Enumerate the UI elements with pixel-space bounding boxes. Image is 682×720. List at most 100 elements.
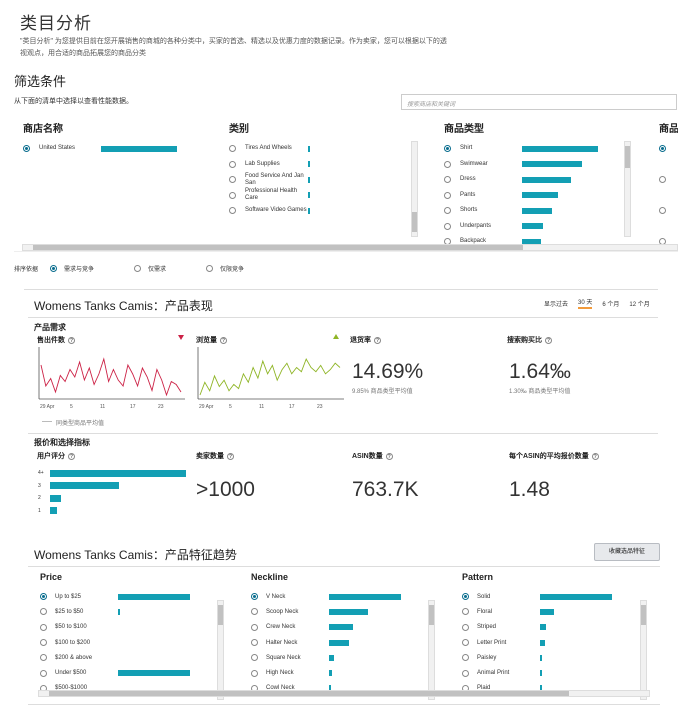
product-type-item[interactable]: Shirt bbox=[444, 141, 644, 157]
period-6m[interactable]: 6 个月 bbox=[602, 299, 619, 308]
category-item[interactable]: Lab Supplies bbox=[229, 157, 429, 173]
trend-radio[interactable] bbox=[462, 623, 469, 631]
product-type-radio[interactable] bbox=[444, 160, 451, 168]
product-type-bar bbox=[522, 161, 583, 168]
sort-radio[interactable] bbox=[134, 265, 142, 272]
help-icon: ? bbox=[545, 336, 552, 344]
trend-item[interactable]: Striped bbox=[462, 620, 642, 635]
trend-item[interactable]: Solid bbox=[462, 589, 642, 604]
sort-option-label: 需求与竞争 bbox=[64, 267, 95, 273]
search-purchase-value: 1.64‰ bbox=[509, 360, 571, 383]
trend-item[interactable]: Under $500 bbox=[40, 665, 220, 680]
trend-radio[interactable] bbox=[462, 669, 469, 677]
trend-radio[interactable] bbox=[40, 593, 47, 601]
legend-avg-text: 同类型商品平均值 bbox=[56, 421, 105, 427]
product-type-item[interactable]: Shorts bbox=[444, 203, 644, 219]
trend-item[interactable]: $100 to $200 bbox=[40, 635, 220, 650]
trend-radio[interactable] bbox=[40, 654, 47, 662]
period-12m[interactable]: 12 个月 bbox=[629, 299, 649, 308]
product-type-radio[interactable] bbox=[444, 207, 451, 215]
trend-radio[interactable] bbox=[40, 639, 47, 647]
store-radio[interactable] bbox=[23, 145, 30, 153]
trend-item[interactable]: Crew Neck bbox=[251, 620, 431, 635]
trend-item[interactable]: $200 & above bbox=[40, 650, 220, 665]
sort-option[interactable]: 仅限竞争 bbox=[206, 264, 244, 273]
product-type-radio[interactable] bbox=[444, 222, 451, 230]
trend-radio[interactable] bbox=[251, 593, 258, 601]
trend-item[interactable]: Animal Print bbox=[462, 665, 642, 680]
trend-radio[interactable] bbox=[40, 608, 47, 616]
fourth-radio[interactable] bbox=[659, 176, 666, 184]
category-item[interactable]: Software Video Games bbox=[229, 203, 429, 219]
product-type-item[interactable]: Pants bbox=[444, 188, 644, 204]
category-radio[interactable] bbox=[229, 145, 236, 153]
trend-item[interactable]: Up to $25 bbox=[40, 589, 220, 604]
category-radio[interactable] bbox=[229, 160, 236, 168]
store-item[interactable]: United States bbox=[23, 141, 223, 157]
trend-radio[interactable] bbox=[251, 608, 258, 616]
category-scrollbar[interactable] bbox=[411, 141, 418, 237]
trend-radio[interactable] bbox=[462, 593, 469, 601]
product-type-item[interactable]: Swimwear bbox=[444, 157, 644, 173]
trend-item[interactable]: High Neck bbox=[251, 665, 431, 680]
period-30d[interactable]: 30 天 bbox=[578, 297, 593, 309]
sort-radio[interactable] bbox=[206, 265, 214, 272]
trend-item[interactable]: Square Neck bbox=[251, 650, 431, 665]
sort-option[interactable]: 仅需求 bbox=[134, 264, 166, 273]
category-label: Tires And Wheels bbox=[245, 145, 292, 152]
product-type-item[interactable]: Dress bbox=[444, 172, 644, 188]
trend-radio[interactable] bbox=[251, 669, 258, 677]
trend-radio[interactable] bbox=[251, 654, 258, 662]
trend-item[interactable]: $25 to $50 bbox=[40, 604, 220, 619]
product-type-radio[interactable] bbox=[444, 191, 451, 199]
trend-item[interactable]: Floral bbox=[462, 604, 642, 619]
trend-radio[interactable] bbox=[462, 654, 469, 662]
trend-item[interactable]: V Neck bbox=[251, 589, 431, 604]
trend-item[interactable]: Halter Neck bbox=[251, 635, 431, 650]
filters-horizontal-scrollbar[interactable] bbox=[22, 244, 678, 251]
product-type-item[interactable]: Underpants bbox=[444, 219, 644, 235]
product-type-radio[interactable] bbox=[444, 176, 451, 184]
offers-per-asin-value: 1.48 bbox=[509, 478, 550, 501]
category-item[interactable]: Tires And Wheels bbox=[229, 141, 429, 157]
down-arrow-icon bbox=[178, 335, 184, 340]
sort-radio[interactable] bbox=[50, 265, 58, 272]
x-tick-label: 11 bbox=[259, 404, 265, 410]
rating-label: 3 bbox=[38, 482, 41, 489]
sellers-label: 卖家数量? bbox=[196, 452, 234, 460]
trend-item-label: $200 & above bbox=[55, 654, 93, 661]
category-radio[interactable] bbox=[229, 191, 236, 199]
trend-radio[interactable] bbox=[40, 669, 47, 677]
rating-bar bbox=[50, 482, 120, 490]
trend-column: Neckline V Neck Scoop Neck Crew Neck Halter … bbox=[251, 572, 431, 696]
sort-option[interactable]: 需求与竞争 bbox=[50, 264, 94, 273]
trend-item[interactable]: Scoop Neck bbox=[251, 604, 431, 619]
category-item[interactable]: Food Service And Jan San bbox=[229, 172, 429, 188]
trends-horizontal-scrollbar[interactable] bbox=[38, 690, 650, 697]
trends-title: Womens Tanks Camis：产品特征趋势 bbox=[34, 548, 237, 562]
trend-radio[interactable] bbox=[462, 608, 469, 616]
trend-radio[interactable] bbox=[40, 623, 47, 631]
price-scrollbar[interactable] bbox=[217, 600, 224, 700]
pattern-scrollbar[interactable] bbox=[640, 600, 647, 700]
category-radio[interactable] bbox=[229, 207, 236, 215]
trend-item-label: Crew Neck bbox=[266, 624, 296, 631]
trend-item[interactable]: Letter Print bbox=[462, 635, 642, 650]
trend-radio[interactable] bbox=[462, 639, 469, 647]
trend-item-label: Scoop Neck bbox=[266, 608, 299, 615]
trend-item[interactable]: Paisley bbox=[462, 650, 642, 665]
category-item[interactable]: Professional Health Care bbox=[229, 188, 429, 204]
search-input[interactable]: 搜索商店和关键词 bbox=[401, 94, 677, 110]
up-arrow-icon bbox=[333, 334, 339, 339]
trend-item[interactable]: $50 to $100 bbox=[40, 620, 220, 635]
trend-radio[interactable] bbox=[251, 639, 258, 647]
save-features-button[interactable]: 收藏选品特征 bbox=[594, 543, 660, 561]
fourth-radio[interactable] bbox=[659, 145, 666, 153]
offer-title: 报价和选择指标 bbox=[34, 438, 90, 447]
category-radio[interactable] bbox=[229, 176, 236, 184]
neckline-scrollbar[interactable] bbox=[428, 600, 435, 700]
product-type-scrollbar[interactable] bbox=[624, 141, 631, 237]
fourth-radio[interactable] bbox=[659, 207, 666, 215]
trend-radio[interactable] bbox=[251, 623, 258, 631]
product-type-radio[interactable] bbox=[444, 145, 451, 153]
